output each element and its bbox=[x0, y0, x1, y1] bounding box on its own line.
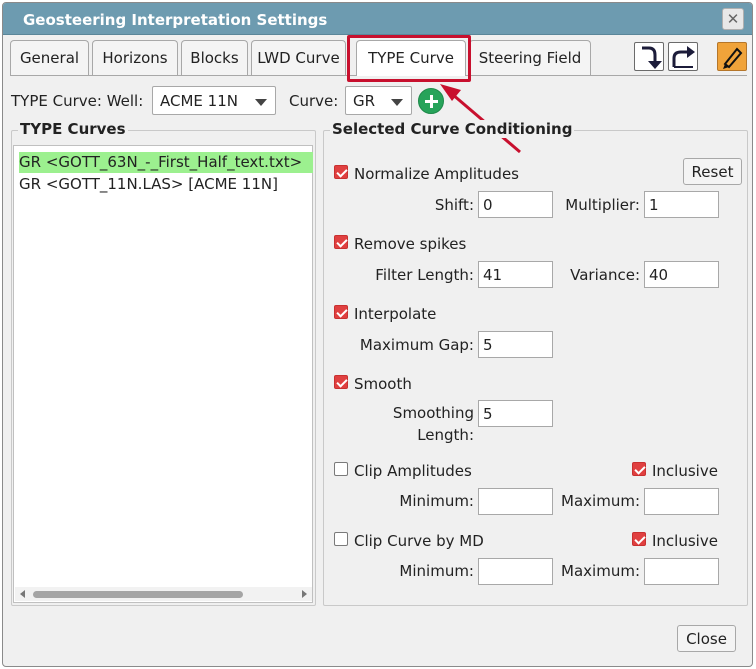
title-bar[interactable]: Geosteering Interpretation Settings ✕ bbox=[3, 3, 752, 35]
clip-amplitudes-max-label: Maximum: bbox=[561, 492, 640, 510]
maximum-gap-label: Maximum Gap: bbox=[359, 336, 474, 354]
horizontal-scrollbar[interactable] bbox=[15, 587, 312, 601]
scrollbar-thumb[interactable] bbox=[33, 591, 243, 598]
scroll-right-icon[interactable] bbox=[302, 590, 307, 598]
smoothing-length-label-line1: Smoothing bbox=[392, 404, 474, 422]
smoothing-length-label-line2: Length: bbox=[417, 426, 474, 444]
chevron-down-icon bbox=[255, 99, 267, 106]
multiplier-label: Multiplier: bbox=[565, 196, 640, 214]
smooth-label: Smooth bbox=[354, 375, 412, 393]
multiplier-field[interactable]: 1 bbox=[644, 191, 719, 218]
clip-md-label: Clip Curve by MD bbox=[354, 532, 484, 550]
tab-lwd-curve[interactable]: LWD Curve bbox=[251, 40, 346, 75]
shift-field[interactable]: 0 bbox=[478, 191, 553, 218]
filter-length-label: Filter Length: bbox=[375, 266, 474, 284]
shift-label: Shift: bbox=[434, 196, 474, 214]
interpolate-label: Interpolate bbox=[354, 305, 437, 323]
type-curves-legend: TYPE Curves bbox=[18, 120, 128, 138]
export-share-icon bbox=[672, 46, 695, 68]
well-select-value: ACME 11N bbox=[160, 92, 238, 110]
filter-length-field[interactable]: 41 bbox=[478, 261, 553, 288]
curve-select[interactable]: GR bbox=[345, 86, 412, 115]
clip-md-max-label: Maximum: bbox=[561, 562, 640, 580]
pencil-edit-icon bbox=[723, 47, 743, 69]
clip-md-min-label: Minimum: bbox=[399, 562, 474, 580]
variance-label: Variance: bbox=[570, 266, 640, 284]
clip-md-max-field[interactable] bbox=[644, 558, 719, 585]
remove-spikes-checkbox[interactable] bbox=[334, 235, 348, 249]
close-window-icon[interactable]: ✕ bbox=[722, 8, 744, 30]
tab-divider bbox=[466, 75, 747, 76]
normalize-checkbox[interactable] bbox=[334, 165, 348, 179]
type-curves-list[interactable]: GR <GOTT_63N_-_First_Half_text.txt> GR <… bbox=[13, 145, 313, 603]
clip-amplitudes-inclusive-label: Inclusive bbox=[652, 462, 718, 480]
well-select[interactable]: ACME 11N bbox=[152, 86, 276, 115]
list-item[interactable]: GR <GOTT_63N_-_First_Half_text.txt> bbox=[19, 152, 313, 173]
list-item[interactable]: GR <GOTT_11N.LAS> [ACME 11N] bbox=[19, 174, 278, 195]
import-button[interactable] bbox=[634, 42, 664, 71]
tab-general[interactable]: General bbox=[10, 40, 89, 75]
remove-spikes-label: Remove spikes bbox=[354, 235, 467, 253]
import-down-arrow-icon bbox=[642, 46, 662, 69]
tab-divider bbox=[10, 75, 356, 76]
clip-amplitudes-max-field[interactable] bbox=[644, 488, 719, 515]
clip-md-min-field[interactable] bbox=[478, 558, 553, 585]
clip-md-inclusive-label: Inclusive bbox=[652, 532, 718, 550]
window-title: Geosteering Interpretation Settings bbox=[23, 11, 328, 29]
clip-amplitudes-min-field[interactable] bbox=[478, 488, 553, 515]
export-button[interactable] bbox=[668, 42, 698, 71]
clip-amplitudes-checkbox[interactable] bbox=[334, 462, 348, 476]
tab-steering-field[interactable]: Steering Field bbox=[469, 40, 591, 75]
smooth-checkbox[interactable] bbox=[334, 375, 348, 389]
type-curve-well-label: TYPE Curve: Well: bbox=[11, 92, 144, 110]
scroll-left-icon[interactable] bbox=[20, 590, 25, 598]
normalize-label: Normalize Amplitudes bbox=[354, 165, 519, 183]
variance-field[interactable]: 40 bbox=[644, 261, 719, 288]
clip-amplitudes-inclusive-checkbox[interactable] bbox=[632, 462, 646, 476]
smoothing-length-field[interactable]: 5 bbox=[478, 400, 553, 427]
tab-type-curve[interactable]: TYPE Curve bbox=[356, 40, 466, 76]
curve-select-value: GR bbox=[353, 92, 376, 110]
conditioning-legend: Selected Curve Conditioning bbox=[330, 120, 575, 138]
chevron-down-icon bbox=[391, 99, 403, 106]
clip-md-checkbox[interactable] bbox=[334, 532, 348, 546]
close-button[interactable]: Close bbox=[677, 625, 736, 652]
clip-amplitudes-label: Clip Amplitudes bbox=[354, 462, 472, 480]
reset-button[interactable]: Reset bbox=[683, 158, 742, 185]
clip-md-inclusive-checkbox[interactable] bbox=[632, 532, 646, 546]
add-curve-button[interactable] bbox=[418, 88, 444, 114]
clip-amplitudes-min-label: Minimum: bbox=[399, 492, 474, 510]
tab-horizons[interactable]: Horizons bbox=[92, 40, 178, 75]
tab-blocks[interactable]: Blocks bbox=[181, 40, 248, 75]
curve-label: Curve: bbox=[289, 92, 339, 110]
interpolate-checkbox[interactable] bbox=[334, 305, 348, 319]
maximum-gap-field[interactable]: 5 bbox=[478, 331, 553, 358]
edit-button[interactable] bbox=[717, 42, 747, 71]
